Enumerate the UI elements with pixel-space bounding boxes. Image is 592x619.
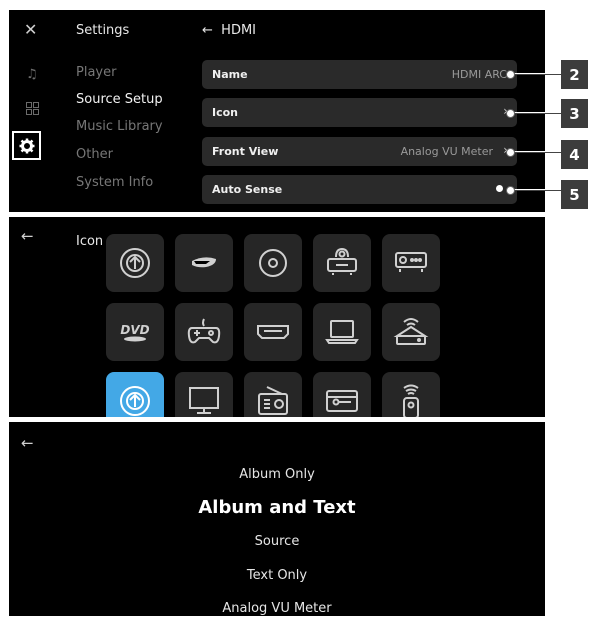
remote-icon[interactable] — [382, 372, 440, 417]
option-album-and-text[interactable]: Album and Text — [9, 497, 545, 518]
gamepad-icon[interactable] — [175, 303, 233, 361]
disc-icon[interactable] — [244, 234, 302, 292]
dvd-logo-text: DVD — [120, 323, 149, 337]
auto-sense-row[interactable]: Auto Sense — [202, 175, 517, 204]
dvd-icon[interactable]: DVD — [106, 303, 164, 361]
callout-dot — [506, 70, 515, 79]
router-icon[interactable] — [382, 303, 440, 361]
nav-system-info[interactable]: System Info — [76, 175, 153, 190]
option-analog-vu-meter[interactable]: Analog VU Meter — [9, 601, 545, 616]
hdmi-port-icon[interactable] — [244, 303, 302, 361]
name-row[interactable]: Name HDMI ARC — [202, 60, 517, 89]
auto-sense-toggle[interactable] — [496, 185, 503, 192]
settings-panel: ✕ Settings ♫ Player Source Setup Music L… — [9, 10, 545, 212]
nav-source-setup[interactable]: Source Setup — [76, 92, 163, 107]
callout-dot — [506, 148, 515, 157]
back-arrow-icon[interactable]: ← — [202, 23, 213, 38]
front-view-row[interactable]: Front View Analog VU Meter › — [202, 137, 517, 166]
option-source[interactable]: Source — [9, 534, 545, 549]
radio-icon[interactable] — [244, 372, 302, 417]
hdmi-page-title[interactable]: ← HDMI — [202, 23, 256, 38]
callout-line — [510, 189, 561, 191]
nav-other[interactable]: Other — [76, 147, 113, 162]
callout-badge: 5 — [561, 180, 588, 209]
bluray-icon[interactable] — [175, 234, 233, 292]
callout-line — [510, 151, 561, 153]
callout-line — [510, 73, 561, 75]
callout-badge: 2 — [561, 60, 588, 89]
close-icon[interactable]: ✕ — [24, 20, 37, 39]
antenna-icon[interactable] — [106, 234, 164, 292]
projector-icon[interactable] — [313, 234, 371, 292]
nav-music-library[interactable]: Music Library — [76, 119, 163, 134]
laptop-icon[interactable] — [313, 303, 371, 361]
option-text-only[interactable]: Text Only — [9, 568, 545, 583]
back-arrow-icon[interactable]: ← — [21, 227, 34, 245]
grid-icon[interactable] — [26, 102, 39, 118]
receiver-icon[interactable] — [382, 234, 440, 292]
front-view-panel: ← Album Only Album and Text Source Text … — [9, 422, 545, 616]
callout-badge: 3 — [561, 99, 588, 128]
icon-picker-panel: ← Icon DVD — [9, 217, 545, 417]
monitor-icon[interactable] — [175, 372, 233, 417]
airplay-icon[interactable] — [106, 372, 164, 417]
icon-page-title: Icon — [76, 234, 104, 249]
callout-dot — [506, 109, 515, 118]
back-arrow-icon[interactable]: ← — [21, 434, 34, 452]
music-note-icon[interactable]: ♫ — [26, 67, 38, 82]
nav-player[interactable]: Player — [76, 65, 116, 80]
settings-title: Settings — [76, 23, 130, 38]
callout-line — [510, 112, 561, 114]
card-reader-icon[interactable] — [313, 372, 371, 417]
gear-icon[interactable] — [12, 131, 41, 160]
callout-dot — [506, 186, 515, 195]
icon-row[interactable]: Icon › — [202, 98, 517, 127]
option-album-only[interactable]: Album Only — [9, 467, 545, 482]
callout-badge: 4 — [561, 140, 588, 169]
